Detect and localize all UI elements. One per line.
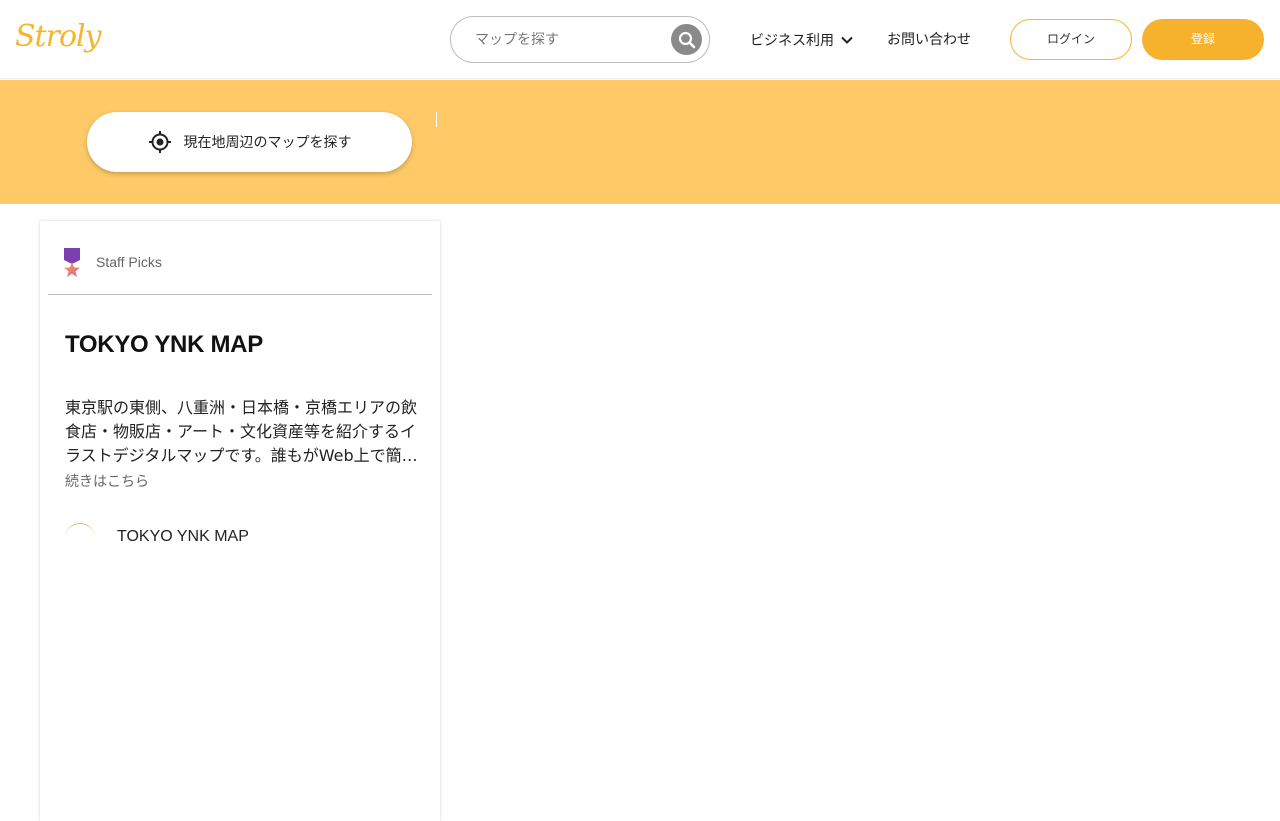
find-nearby-maps-label: 現在地周辺のマップを探す bbox=[183, 135, 352, 151]
nav-business-label: ビジネス利用 bbox=[750, 33, 834, 49]
map-search-box bbox=[450, 16, 710, 63]
search-icon bbox=[678, 31, 695, 48]
ribbon-star-badge-icon bbox=[64, 248, 80, 277]
search-button[interactable] bbox=[671, 24, 702, 55]
staff-pick-card[interactable]: Staff Picks TOKYO YNK MAP 東京駅の東側、八重洲・日本橋… bbox=[40, 221, 440, 821]
banner-divider bbox=[436, 112, 437, 127]
logo-text: Stroly bbox=[15, 19, 102, 54]
nav-business-dropdown[interactable]: ビジネス利用 bbox=[750, 28, 854, 52]
card-title[interactable]: TOKYO YNK MAP bbox=[65, 331, 263, 359]
staff-picks-label: Staff Picks bbox=[96, 254, 162, 270]
location-banner: 現在地周辺のマップを探す bbox=[0, 80, 1280, 204]
crosshair-target-icon bbox=[148, 131, 171, 153]
map-thumbnail[interactable] bbox=[65, 523, 95, 553]
read-more-link[interactable]: 続きはこちら bbox=[65, 471, 149, 491]
login-button[interactable]: ログイン bbox=[1010, 19, 1132, 60]
card-header: Staff Picks bbox=[48, 221, 432, 295]
map-name-link[interactable]: TOKYO YNK MAP bbox=[117, 528, 249, 546]
register-button[interactable]: 登録 bbox=[1142, 19, 1264, 60]
map-search-input[interactable] bbox=[475, 28, 665, 52]
find-nearby-maps-button[interactable]: 現在地周辺のマップを探す bbox=[87, 112, 412, 172]
stroly-logo[interactable]: Stroly bbox=[15, 17, 102, 61]
chevron-down-icon bbox=[841, 36, 853, 44]
site-header: Stroly ビジネス利用 お問い合わせ ログイン 登録 bbox=[0, 0, 1280, 79]
nav-contact-link[interactable]: お問い合わせ bbox=[887, 28, 971, 52]
card-description: 東京駅の東側、八重洲・日本橋・京橋エリアの飲食店・物販店・アート・文化資産等を紹… bbox=[65, 398, 418, 465]
